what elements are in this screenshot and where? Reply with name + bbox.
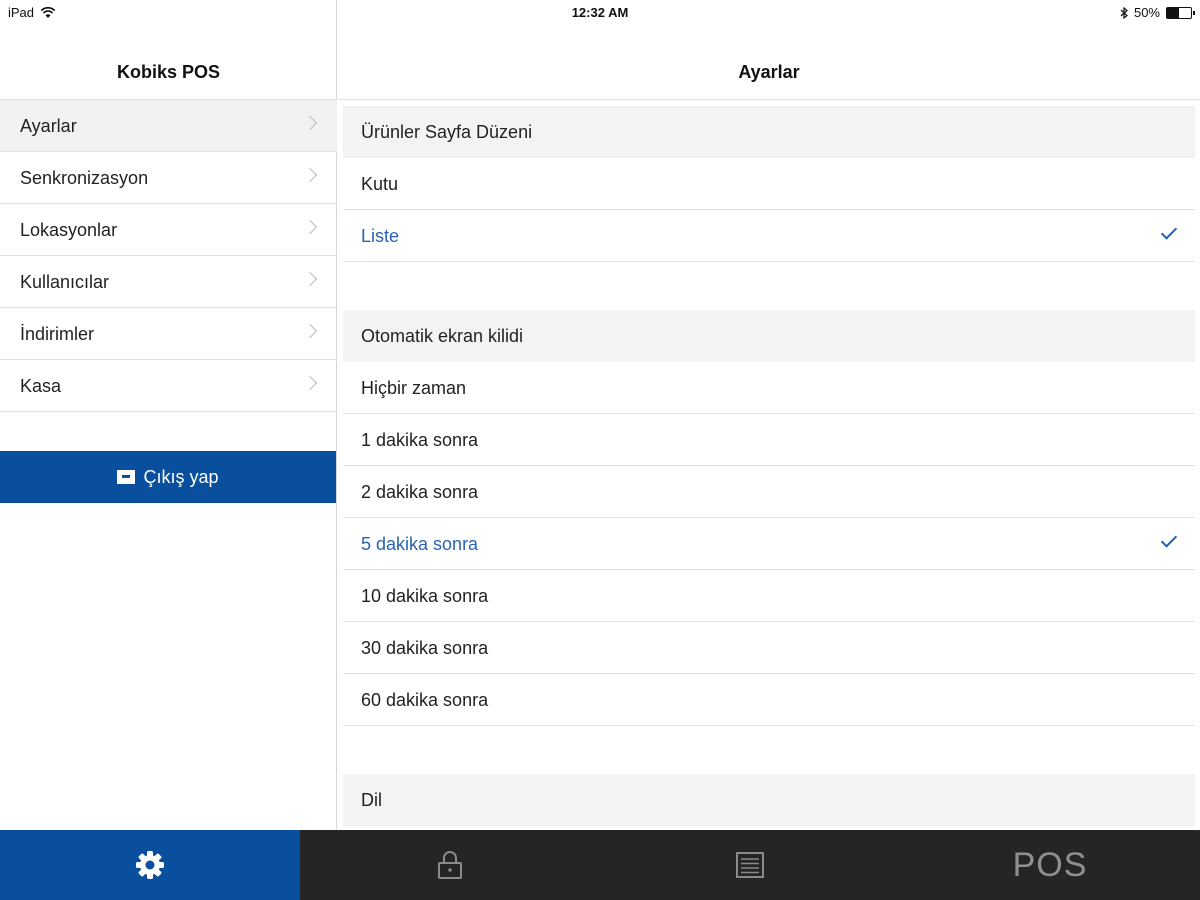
- gear-icon: [136, 851, 164, 879]
- lock-icon: [438, 851, 462, 879]
- option-label: 2 dakika sonra: [361, 482, 479, 502]
- option-label: 1 dakika sonra: [361, 430, 479, 450]
- option-2-minutes[interactable]: 2 dakika sonra: [343, 466, 1195, 518]
- menu-item-label: İndirimler: [20, 324, 95, 344]
- menu-item-lokasyonlar[interactable]: Lokasyonlar: [0, 204, 337, 256]
- menu-item-label: Kullanıcılar: [20, 272, 110, 292]
- option-1-minute[interactable]: 1 dakika sonra: [343, 414, 1195, 466]
- menu-item-label: Senkronizasyon: [20, 168, 149, 188]
- chevron-right-icon: [302, 115, 318, 131]
- menu-item-senkronizasyon[interactable]: Senkronizasyon: [0, 152, 337, 204]
- tab-list[interactable]: [600, 830, 900, 900]
- page-title: Ayarlar: [738, 62, 800, 82]
- menu-item-label: Ayarlar: [20, 116, 77, 136]
- option-label: Kutu: [361, 174, 399, 194]
- chevron-right-icon: [302, 167, 318, 183]
- battery-icon: [1166, 6, 1195, 19]
- menu-item-ayarlar[interactable]: Ayarlar: [0, 100, 337, 152]
- menu-item-label: Lokasyonlar: [20, 220, 118, 240]
- tab-pos[interactable]: POS: [900, 830, 1200, 900]
- option-label: 60 dakika sonra: [361, 690, 489, 710]
- menu-item-kasa[interactable]: Kasa: [0, 360, 337, 412]
- option-kutu[interactable]: Kutu: [343, 158, 1195, 210]
- section-header-language: Dil: [343, 774, 1195, 826]
- option-30-minutes[interactable]: 30 dakika sonra: [343, 622, 1195, 674]
- section-header-label: Dil: [361, 790, 382, 810]
- option-label: Liste: [361, 226, 400, 246]
- option-never[interactable]: Hiçbir zaman: [343, 362, 1195, 414]
- divider: [338, 99, 1200, 100]
- section-header-label: Ürünler Sayfa Düzeni: [361, 122, 533, 142]
- option-label: Hiçbir zaman: [361, 378, 467, 398]
- logout-label: Çıkış yap: [143, 466, 219, 487]
- tab-lock[interactable]: [300, 830, 600, 900]
- menu-item-kullanicilar[interactable]: Kullanıcılar: [0, 256, 337, 308]
- status-right: 50%: [1120, 5, 1195, 20]
- tab-bar: POS: [0, 830, 1200, 900]
- left-panel-title: Kobiks POS: [116, 62, 221, 82]
- battery-percent: 50%: [1133, 5, 1160, 20]
- settings-menu: Ayarlar Senkronizasyon Lokasyonlar Kulla…: [0, 100, 337, 412]
- chevron-right-icon: [302, 323, 318, 339]
- chevron-right-icon: [302, 375, 318, 391]
- left-panel: Kobiks POS Ayarlar Senkronizasyon Lokasy…: [0, 0, 337, 830]
- option-5-minutes[interactable]: 5 dakika sonra: [343, 518, 1195, 570]
- option-60-minutes[interactable]: 60 dakika sonra: [343, 674, 1195, 726]
- option-10-minutes[interactable]: 10 dakika sonra: [343, 570, 1195, 622]
- pos-label: POS: [1012, 845, 1088, 884]
- option-label: 10 dakika sonra: [361, 586, 489, 606]
- menu-item-indirimler[interactable]: İndirimler: [0, 308, 337, 360]
- menu-item-label: Kasa: [20, 376, 62, 396]
- section-header-screen-lock: Otomatik ekran kilidi: [343, 310, 1195, 362]
- chevron-right-icon: [302, 271, 318, 287]
- chevron-right-icon: [302, 219, 318, 235]
- option-label: 30 dakika sonra: [361, 638, 489, 658]
- bluetooth-icon: [1120, 6, 1128, 19]
- option-label: 5 dakika sonra: [361, 534, 479, 554]
- option-liste[interactable]: Liste: [343, 210, 1195, 262]
- checkmark-icon: [1160, 531, 1178, 548]
- logout-button[interactable]: Çıkış yap: [0, 451, 336, 503]
- section-header-layout: Ürünler Sayfa Düzeni: [343, 106, 1195, 158]
- tab-settings[interactable]: [0, 830, 300, 900]
- list-icon: [736, 852, 764, 878]
- checkmark-icon: [1160, 223, 1178, 240]
- logout-icon: [117, 470, 136, 484]
- section-header-label: Otomatik ekran kilidi: [361, 326, 524, 346]
